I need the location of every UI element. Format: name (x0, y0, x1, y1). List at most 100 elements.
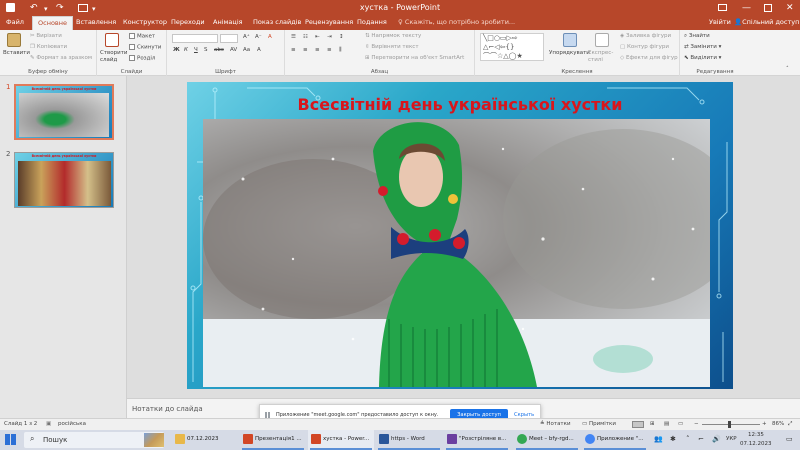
comments-toggle[interactable]: ▭ Примітки (582, 421, 616, 427)
normal-view-icon[interactable] (632, 421, 644, 428)
tab-design[interactable]: Конструктор (123, 18, 167, 26)
numbering-icon[interactable]: ☷ (303, 34, 308, 40)
shadow-icon[interactable]: S (204, 47, 208, 53)
sign-in-link[interactable]: Увійти (709, 18, 731, 26)
tab-home[interactable]: Основне (32, 16, 73, 30)
notifications-icon[interactable]: ▭ (786, 435, 793, 443)
line-spacing-icon[interactable]: ↕ (339, 34, 344, 40)
shape-outline-button[interactable]: ▢ Контур фігури (620, 44, 669, 50)
tab-transitions[interactable]: Переходи (171, 18, 205, 26)
volume-icon[interactable]: 🔊 (712, 435, 721, 443)
slide-photo[interactable] (203, 119, 710, 387)
indent-dec-icon[interactable]: ⇤ (315, 34, 320, 40)
tab-animations[interactable]: Анімація (213, 18, 243, 26)
align-left-icon[interactable]: ≡ (291, 47, 296, 53)
spacing-icon[interactable]: AV (230, 47, 237, 53)
reading-view-icon[interactable]: ▤ (664, 421, 669, 427)
slide-thumbnail-1[interactable]: Всесвітній день української хустки (14, 84, 114, 140)
font-color-icon[interactable]: A (257, 47, 261, 53)
shapes-gallery[interactable]: ╲□○▭▷⇨ △⌐◁⇦{} ⌒⌒☆△◯★ (480, 33, 544, 61)
network-icon[interactable]: ⌐ (698, 435, 704, 443)
align-center-icon[interactable]: ≡ (303, 47, 308, 53)
sorter-view-icon[interactable]: ⊞ (650, 421, 655, 427)
language-label[interactable]: російська (58, 421, 86, 427)
ribbon-display-icon[interactable] (718, 4, 727, 11)
align-text-button[interactable]: ⇳ Вирівняти текст (365, 44, 419, 50)
tab-insert[interactable]: Вставлення (76, 18, 116, 26)
fit-slide-icon[interactable]: ⤢ (788, 421, 792, 428)
tab-slideshow[interactable]: Показ слайдів (253, 18, 301, 26)
collapse-ribbon-icon[interactable]: ˄ (786, 66, 789, 72)
tab-review[interactable]: Рецензування (305, 18, 353, 26)
italic-icon[interactable]: К (184, 47, 188, 53)
zoom-percent[interactable]: 86% (772, 421, 784, 427)
bullets-icon[interactable]: ☰ (291, 34, 296, 40)
clear-format-icon[interactable]: A (268, 34, 272, 40)
zoom-slider-thumb[interactable] (728, 421, 731, 428)
tab-view[interactable]: Подання (357, 18, 387, 26)
new-slide-icon[interactable] (105, 33, 119, 47)
underline-icon[interactable]: Ч (194, 47, 198, 53)
arrange-icon[interactable] (563, 33, 577, 47)
windows-start-icon[interactable] (5, 434, 16, 445)
taskbar-item-meet[interactable]: Meet – bfy-rgd... (514, 430, 580, 450)
tray-users-icon[interactable]: 👥 (654, 435, 663, 443)
spellcheck-icon[interactable]: ▣ (46, 421, 51, 427)
bold-icon[interactable]: Ж (173, 47, 180, 53)
clock-date[interactable]: 07.12.2023 (740, 441, 772, 447)
shape-effects-button[interactable]: ◇ Ефекти для фігур (620, 55, 678, 61)
font-name-box[interactable] (172, 34, 218, 43)
replace-button[interactable]: ⇄ Замінити ▾ (684, 44, 721, 50)
search-box[interactable]: ⌕ Пошук (24, 432, 164, 448)
indent-inc-icon[interactable]: ⇥ (327, 34, 332, 40)
smartart-button[interactable]: ⊞ Перетворити на об'єкт SmartArt (365, 55, 464, 61)
strikethrough-icon[interactable]: abc (214, 47, 224, 53)
taskbar-item-ppt1[interactable]: Презентація1 ... (240, 430, 306, 450)
taskbar-item-chrome[interactable]: Приложение "... (582, 430, 648, 450)
case-icon[interactable]: Aa (243, 47, 250, 53)
slideshow-view-icon[interactable]: ▭ (678, 421, 683, 427)
tray-overflow-icon[interactable]: ˄ (686, 435, 690, 443)
font-size-box[interactable] (220, 34, 238, 43)
copy-button[interactable]: ❐ Копіювати (30, 44, 67, 50)
section-button[interactable]: Розділ (129, 55, 155, 62)
reset-button[interactable]: Скинути (129, 44, 161, 51)
justify-icon[interactable]: ≡ (327, 47, 332, 53)
taskbar-item-video[interactable]: "Розстріляне в... (444, 430, 510, 450)
quick-styles-icon[interactable] (595, 33, 609, 47)
layout-button[interactable]: Макет (129, 33, 155, 40)
taskbar-item-ppt2[interactable]: хустка - Power... (308, 430, 374, 450)
tell-me-box[interactable]: ♀ Скажіть, що потрібно зробити... (398, 18, 515, 26)
select-button[interactable]: ⬉ Виділити ▾ (684, 55, 721, 61)
slide-title[interactable]: Всесвітній день української хустки (187, 95, 733, 114)
zoom-slider[interactable] (702, 424, 760, 425)
slide-thumbnail-2[interactable]: Всесвітній день української хустки (14, 152, 114, 208)
align-right-icon[interactable]: ≡ (315, 47, 320, 53)
close-icon[interactable]: ✕ (786, 2, 794, 14)
zoom-in-button[interactable]: + (762, 421, 767, 427)
text-direction-button[interactable]: ⇅ Напрямок тексту (365, 33, 421, 39)
quick-styles-button[interactable]: Експрес-стилі (588, 50, 618, 64)
input-language[interactable]: УКР (726, 436, 737, 442)
columns-icon[interactable]: ⫼ (339, 47, 342, 54)
slide-editor[interactable]: Всесвітній день української хустки (187, 82, 733, 389)
taskbar-item-word[interactable]: https - Word (376, 430, 442, 450)
shrink-font-icon[interactable]: A⁻ (255, 34, 262, 40)
clock-time[interactable]: 12:35 (748, 432, 764, 438)
new-slide-button[interactable]: Створити слайд (100, 50, 132, 64)
find-button[interactable]: ⌕ Знайти (684, 33, 710, 40)
grow-font-icon[interactable]: A⁺ (243, 34, 250, 40)
minimize-icon[interactable]: — (742, 2, 751, 14)
taskbar-item-folder[interactable]: 07.12.2023 (172, 430, 236, 450)
tray-app-icon[interactable]: ✱ (670, 435, 676, 443)
zoom-out-button[interactable]: − (694, 421, 699, 427)
shape-fill-button[interactable]: ◈ Заливка фігури (620, 33, 671, 39)
arrange-button[interactable]: Упорядкувати (549, 50, 590, 56)
share-button[interactable]: 👤Спільний доступ (734, 18, 799, 26)
format-painter-button[interactable]: ✎ Формат за зразком (30, 55, 92, 61)
paste-button[interactable]: Вставити (3, 50, 30, 56)
tab-file[interactable]: Файл (6, 18, 24, 26)
notes-toggle[interactable]: ≜ Нотатки (540, 421, 571, 427)
maximize-icon[interactable] (764, 4, 772, 12)
cut-button[interactable]: ✂ Вирізати (30, 33, 62, 39)
